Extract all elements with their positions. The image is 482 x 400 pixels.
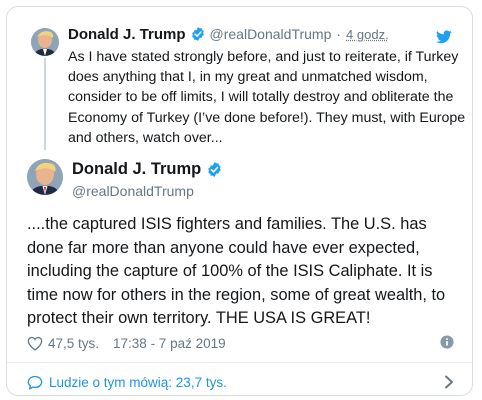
author-handle[interactable]: @realDonaldTrump [72,183,194,199]
chevron-right-icon[interactable] [444,375,454,389]
separator-dot: · [336,26,342,42]
verified-badge-icon [191,27,204,41]
verified-badge-icon [208,162,221,177]
main-tweet-author[interactable]: Donald J. Trump [72,160,223,179]
author-name[interactable]: Donald J. Trump [68,26,186,43]
thread-connector [44,58,46,150]
author-name[interactable]: Donald J. Trump [72,160,201,179]
heart-icon[interactable] [27,336,43,351]
parent-tweet-text: As I have stated strongly before, and ju… [68,49,466,146]
parent-tweet[interactable]: Donald J. Trump @realDonaldTrump · 4 god… [7,7,472,152]
twitter-bird-icon[interactable] [436,30,452,44]
speech-bubble-icon [27,375,43,390]
avatar[interactable] [27,159,63,195]
parent-tweet-header: Donald J. Trump @realDonaldTrump · 4 god… [68,24,389,44]
info-icon[interactable] [440,335,454,349]
like-count[interactable]: 47,5 tys. [48,336,99,351]
tweet-embed-card: Donald J. Trump @realDonaldTrump · 4 god… [6,6,473,396]
conversation-footer[interactable]: Ludzie o tym mówią: 23,7 tys. [27,372,454,392]
divider [7,362,472,363]
avatar[interactable] [31,28,59,56]
tweet-timestamp[interactable]: 17:38 - 7 paź 2019 [113,336,226,351]
tweet-meta-row: 47,5 tys. 17:38 - 7 paź 2019 [27,334,454,352]
main-tweet-text: ....the captured ISIS fighters and famil… [27,215,446,328]
author-handle[interactable]: @realDonaldTrump [210,26,332,42]
tweet-time-link[interactable]: 4 godz. [346,27,389,42]
conversation-link[interactable]: Ludzie o tym mówią: 23,7 tys. [49,375,227,390]
